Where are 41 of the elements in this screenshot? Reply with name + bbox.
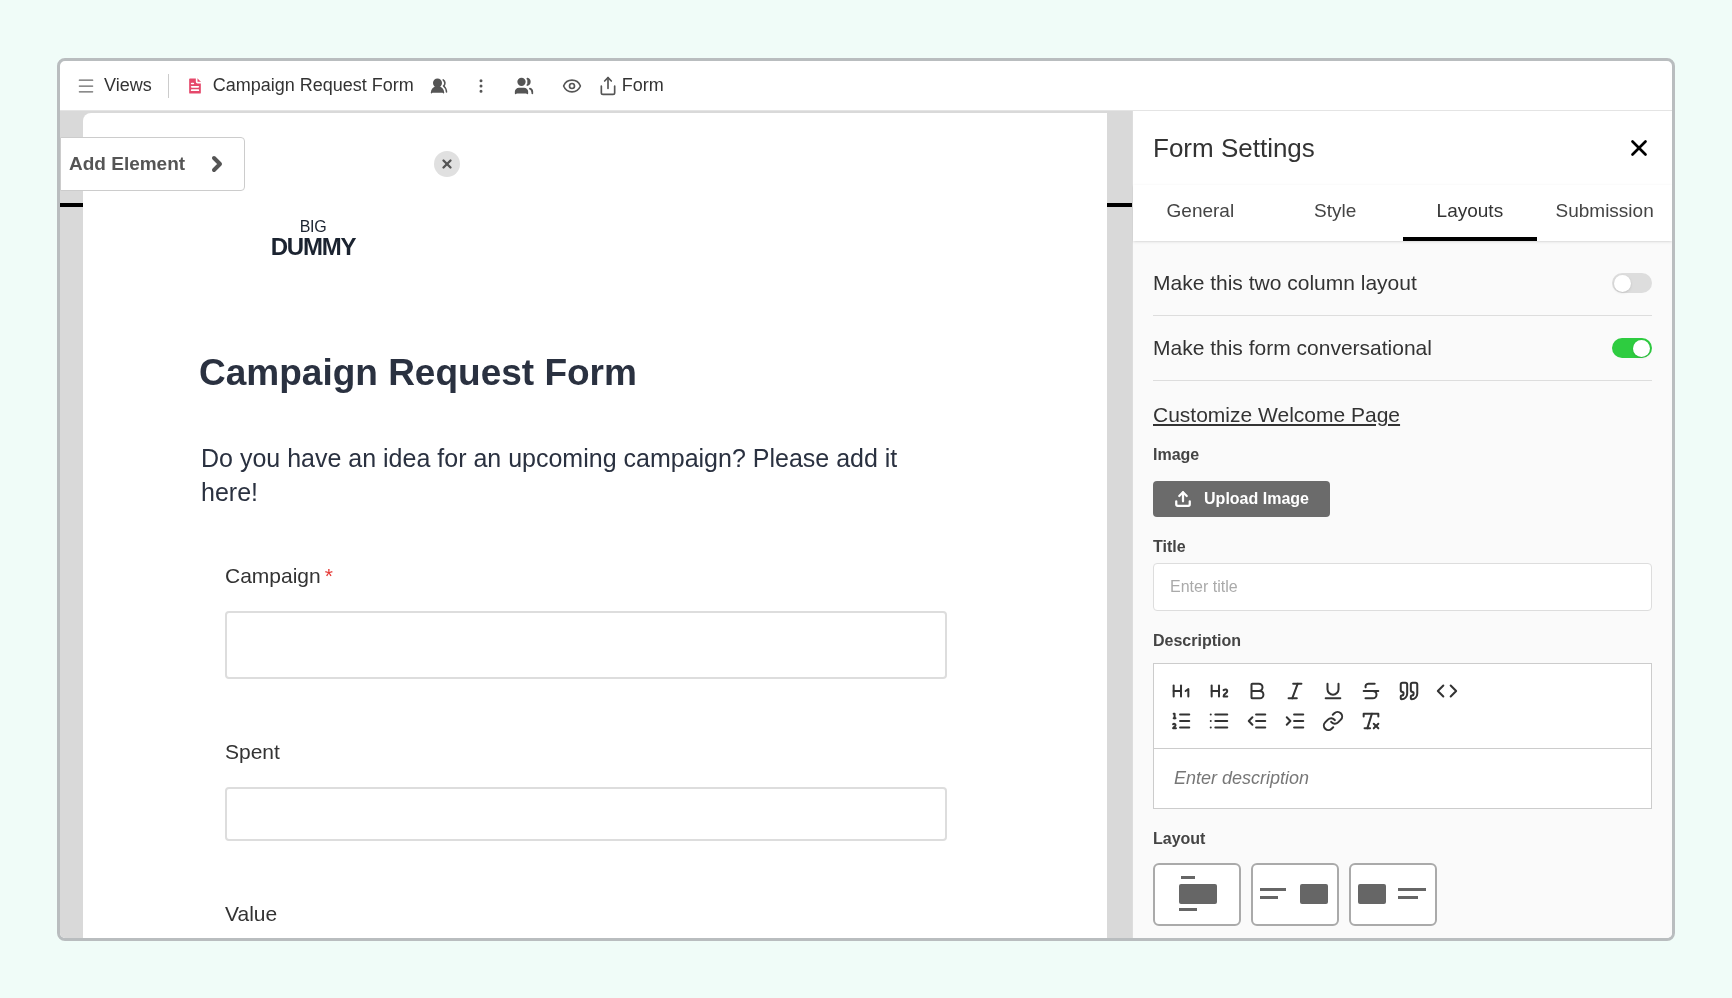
settings-tab[interactable]: General [1133,185,1268,241]
toggle-switch[interactable] [1612,273,1652,293]
layout-label: Layout [1153,828,1207,849]
spent-input[interactable] [225,786,947,841]
settings-tab[interactable]: Layouts [1402,185,1538,241]
field-label: Campaign * [225,562,334,589]
required-mark: * [324,563,333,587]
share-form-button[interactable]: Form [597,72,664,99]
description-input[interactable]: Enter description [1153,748,1652,809]
people-icon[interactable] [513,75,534,96]
layout-right-icon [1260,882,1330,906]
group-icon[interactable] [429,76,448,95]
layout-option[interactable] [1153,862,1241,926]
field-label: Spent [225,738,281,765]
upload-icon [1174,489,1193,508]
add-element-button[interactable]: Add Element [60,137,245,191]
layout-option[interactable] [1251,862,1339,926]
field-label: Value [225,900,279,927]
campaign-input[interactable] [225,610,947,679]
toggle-label: Make this form conversational [1153,335,1432,362]
close-icon [440,157,454,171]
image-label: Image [1153,444,1201,465]
welcome-page-link[interactable]: Customize Welcome Page [1153,399,1652,431]
upload-image-button[interactable]: Upload Image [1153,480,1330,517]
logo: BIG DUMMY [269,219,357,259]
layout-option[interactable] [1349,862,1437,926]
panel-title: Form Settings [1153,131,1315,165]
settings-tab[interactable]: Style [1267,185,1403,241]
title-input[interactable]: Enter title [1153,562,1652,611]
title-label: Title [1153,536,1187,557]
settings-tab[interactable]: Submission [1537,185,1672,241]
layout-left-icon [1358,882,1428,906]
form-name: Campaign Request Form [212,74,414,97]
form-description: Do you have an idea for an upcoming campaign? Please add it here! [201,442,899,508]
quote-icon[interactable] [1398,679,1420,702]
views-button[interactable]: Views [76,72,168,99]
description-label: Description [1153,630,1242,651]
link-icon[interactable] [1322,709,1344,732]
toggle-label: Make this two column layout [1153,270,1417,297]
toggle-switch[interactable] [1612,338,1652,358]
form-title: Campaign Request Form [199,351,638,395]
